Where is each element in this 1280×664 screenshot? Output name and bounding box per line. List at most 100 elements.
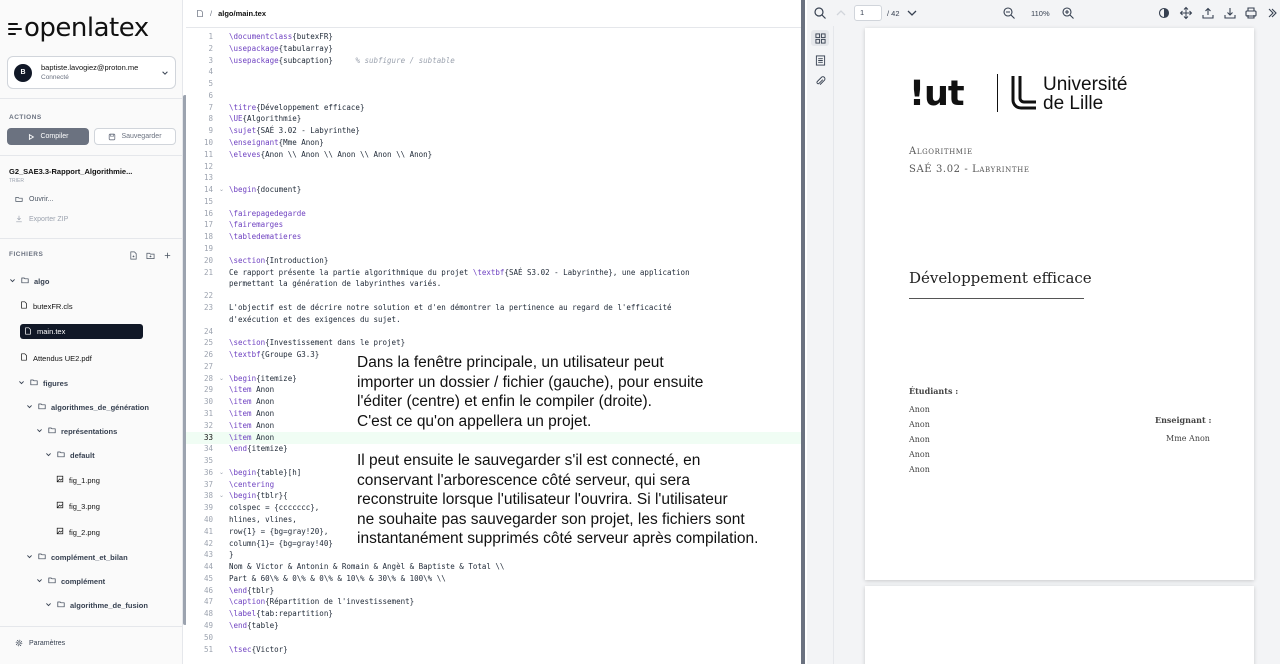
code-line[interactable]: 13 xyxy=(186,172,805,184)
tree-file[interactable]: main.tex xyxy=(20,324,143,339)
chevron-up-icon[interactable] xyxy=(834,6,848,20)
code-line[interactable]: 24 xyxy=(186,326,805,338)
code-line[interactable]: 45 Part & 60\% & 0\% & 0\% & 10\% & 30\% … xyxy=(186,573,805,585)
code-line[interactable]: 12 xyxy=(186,161,805,173)
student-name: Anon xyxy=(909,405,930,414)
code-line[interactable]: 3 \usepackage{subcaption} % subfigure / s… xyxy=(186,55,805,67)
fold-chevron-icon[interactable]: ⌄ xyxy=(219,467,224,479)
zoom-out-icon[interactable] xyxy=(1002,6,1016,20)
code-editor[interactable]: / algo/main.tex 1 \documentclass{butexFR}… xyxy=(186,0,805,664)
code-line[interactable]: 11 \eleves{Anon \\ Anon \\ Anon \\ Anon \… xyxy=(186,149,805,161)
line-number: 32 xyxy=(203,420,213,430)
code-line[interactable]: 47 \caption{Répartition de l'investisseme… xyxy=(186,596,805,608)
code-line[interactable]: 43} xyxy=(186,549,805,561)
code-line[interactable]: 51 \tsec{Victor} xyxy=(186,644,805,656)
code-line[interactable]: 5 xyxy=(186,78,805,90)
code-line[interactable]: 10 \enseignant{Mme Anon} xyxy=(186,137,805,149)
chevron-down-icon[interactable] xyxy=(905,6,919,20)
save-button[interactable]: Sauvegarder xyxy=(94,128,176,145)
code-line[interactable]: 8 \UE{Algorithmie} xyxy=(186,113,805,125)
tree-item-label: default xyxy=(70,450,95,460)
upload-icon[interactable] xyxy=(1201,6,1215,20)
code-line[interactable]: permettant la génération de labyrinthes … xyxy=(186,278,805,290)
code-line[interactable]: 18 \tabledematieres xyxy=(186,231,805,243)
line-number: 24 xyxy=(203,326,213,336)
code-line[interactable]: 16 \fairepagedegarde xyxy=(186,208,805,220)
chevron-down-icon xyxy=(45,601,52,610)
tree-folder[interactable]: figures xyxy=(18,376,68,390)
download-icon[interactable] xyxy=(1223,6,1237,20)
code-line[interactable]: 17 \fairemarges xyxy=(186,219,805,231)
code-line[interactable]: 20 \section{Introduction} xyxy=(186,255,805,267)
university-name-line1: Université xyxy=(1043,74,1128,95)
code-line[interactable]: 1 \documentclass{butexFR} xyxy=(186,31,805,43)
code-line[interactable]: 9 \sujet{SAÉ 3.02 - Labyrinthe} xyxy=(186,125,805,137)
tree-file[interactable]: fig_3.png xyxy=(56,499,100,513)
account-selector[interactable]: B baptiste.lavogiez@proton.me Connecté xyxy=(7,56,176,89)
compile-button[interactable]: Compiler xyxy=(7,128,89,145)
add-icon[interactable] xyxy=(163,251,172,260)
tree-folder[interactable]: algo xyxy=(9,274,49,288)
code-line[interactable]: 7 \titre{Développement efficace} xyxy=(186,102,805,114)
tree-file[interactable]: butexFR.cls xyxy=(20,299,73,313)
tree-file[interactable]: fig_1.png xyxy=(56,473,100,487)
fold-chevron-icon[interactable]: ⌄ xyxy=(219,184,224,196)
print-icon[interactable] xyxy=(1244,6,1258,20)
tree-folder[interactable]: complément xyxy=(36,574,105,588)
zoom-in-icon[interactable] xyxy=(1061,6,1075,20)
line-number: 50 xyxy=(203,632,213,642)
settings-link[interactable]: Paramètres xyxy=(15,639,65,647)
code-line[interactable]: 15 xyxy=(186,196,805,208)
new-file-icon[interactable] xyxy=(129,251,138,260)
code-text: \centering xyxy=(229,479,275,489)
line-number: 23 xyxy=(203,302,213,312)
search-icon[interactable] xyxy=(813,6,827,20)
code-line[interactable]: 19 xyxy=(186,243,805,255)
code-line[interactable]: 44 Nom & Victor & Antonin & Romain & Angè… xyxy=(186,561,805,573)
app-logo[interactable]: openlatex xyxy=(8,12,149,44)
line-number: 49 xyxy=(203,621,213,630)
tree-folder[interactable]: default xyxy=(45,448,95,462)
code-line[interactable]: 2 \usepackage{tabularray} xyxy=(186,43,805,55)
tree-file[interactable]: Attendus UE2.pdf xyxy=(20,351,92,365)
actions-label: ACTIONS xyxy=(9,114,42,121)
code-line[interactable]: 25 \section{Investissement dans le projet… xyxy=(186,337,805,349)
code-text: \end{itemize} xyxy=(229,444,288,454)
code-line[interactable]: 21 Ce rapport présente la partie algorith… xyxy=(186,267,805,279)
zoom-level[interactable]: 110% xyxy=(1031,9,1050,18)
tree-folder[interactable]: algorithmes_de_génération xyxy=(26,400,149,414)
app-window: openlatex B baptiste.lavogiez@proton.me … xyxy=(0,0,1280,664)
export-zip-link[interactable]: Exporter ZIP xyxy=(15,215,68,223)
code-line[interactable]: 6 xyxy=(186,90,805,102)
code-text: Ce rapport présente la partie algorithmi… xyxy=(229,267,690,277)
thumbnails-button[interactable] xyxy=(811,30,829,46)
code-line[interactable]: 48 \label{tab:repartition} xyxy=(186,608,805,620)
tree-file[interactable]: fig_2.png xyxy=(56,525,100,539)
code-line[interactable]: 49 \end{table} xyxy=(186,620,805,632)
code-line[interactable]: 4 xyxy=(186,66,805,78)
more-icon[interactable] xyxy=(1264,6,1278,20)
fold-chevron-icon[interactable]: ⌄ xyxy=(219,490,224,502)
fold-chevron-icon[interactable]: ⌄ xyxy=(219,373,224,385)
tree-folder[interactable]: complément_et_bilan xyxy=(26,550,128,564)
tree-folder[interactable]: algorithme_de_fusion xyxy=(45,598,148,612)
new-folder-icon[interactable] xyxy=(146,251,155,260)
code-line[interactable]: 50 xyxy=(186,632,805,644)
code-line[interactable]: 22 xyxy=(186,290,805,302)
outline-button[interactable] xyxy=(811,52,829,68)
move-icon[interactable] xyxy=(1179,6,1193,20)
code-line[interactable]: 14 ⌄ \begin{document} xyxy=(186,184,805,196)
code-line[interactable]: d'exécution et des exigences du sujet. xyxy=(186,314,805,326)
open-project-link[interactable]: Ouvrir... xyxy=(15,195,54,203)
code-line[interactable]: 46 \end{tblr} xyxy=(186,585,805,597)
code-line[interactable]: 33 \item Anon xyxy=(186,431,805,444)
attachments-button[interactable] xyxy=(811,73,829,89)
editor-scrollbar[interactable] xyxy=(801,0,805,664)
code-line[interactable]: 23 L'objectif est de décrire notre soluti… xyxy=(186,302,805,314)
code-text: \label{tab:repartition} xyxy=(229,609,333,619)
page-number-input[interactable]: 1 xyxy=(854,5,882,21)
code-text: \end{tblr} xyxy=(229,585,275,595)
theme-toggle-icon[interactable] xyxy=(1157,6,1171,20)
code-text: \documentclass{butexFR} xyxy=(229,32,333,41)
tree-folder[interactable]: représentations xyxy=(36,424,117,438)
